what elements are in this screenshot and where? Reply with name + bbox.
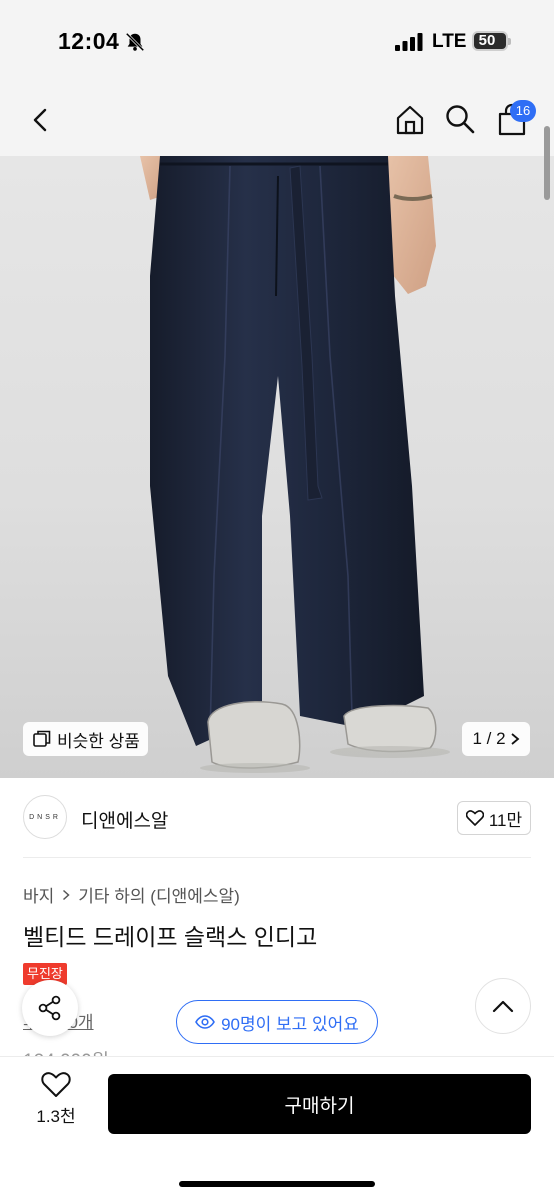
battery-tip <box>508 38 511 45</box>
viewers-text: 90명이 보고 있어요 <box>221 1014 359 1034</box>
breadcrumb: 바지 기타 하의 (디앤에스알) <box>23 882 240 907</box>
viewers-indicator: 90명이 보고 있어요 <box>176 1000 378 1044</box>
eye-icon <box>195 1015 216 1029</box>
similar-products-label: 비슷한 상품 <box>57 731 140 751</box>
product-image[interactable] <box>0 156 554 778</box>
share-button[interactable] <box>22 980 78 1036</box>
bell-off-icon <box>125 32 145 52</box>
status-bar: 12:04 LTE 50 <box>0 0 554 84</box>
product-photo <box>140 156 450 773</box>
back-icon[interactable] <box>26 105 56 135</box>
seller-like-count: 11만 <box>488 810 523 830</box>
chevron-up-icon <box>492 1000 514 1013</box>
share-icon <box>38 995 61 1021</box>
seller-row: DNSR 디앤에스알 11만 <box>23 778 531 858</box>
heart-icon <box>465 810 484 826</box>
breadcrumb-item-subcategory[interactable]: 기타 하의 (디앤에스알) <box>78 882 240 907</box>
search-icon[interactable] <box>444 103 476 135</box>
nav-bar <box>0 84 554 156</box>
buy-button[interactable]: 구매하기 <box>108 1074 531 1134</box>
image-page-indicator[interactable]: 1 / 2 <box>462 722 530 756</box>
product-title: 벨티드 드레이프 슬랙스 인디고 <box>23 924 318 950</box>
breadcrumb-item-category[interactable]: 바지 <box>23 882 54 907</box>
seller-like-button[interactable]: 11만 <box>457 801 531 835</box>
page-indicator-text: 1 / 2 <box>472 729 506 748</box>
wishlist-count: 1.3천 <box>36 1107 76 1126</box>
seller-name[interactable]: 디앤에스알 <box>81 806 168 833</box>
chevron-right-icon <box>63 889 70 900</box>
cart-badge: 16 <box>510 100 536 122</box>
battery-icon: 50 <box>472 31 508 51</box>
chevron-right-icon <box>510 733 519 745</box>
home-indicator[interactable] <box>179 1181 375 1187</box>
heart-icon <box>41 1072 71 1097</box>
scrollbar[interactable] <box>544 126 550 200</box>
wishlist-button[interactable]: 1.3천 <box>22 1072 90 1134</box>
battery-level: 50 <box>478 32 496 49</box>
similar-products-button[interactable]: 비슷한 상품 <box>23 722 148 756</box>
scroll-to-top-button[interactable] <box>475 978 531 1034</box>
seller-logo[interactable]: DNSR <box>23 795 67 839</box>
status-time: 12:04 <box>58 28 120 54</box>
home-icon[interactable] <box>393 103 427 137</box>
signal-icon <box>395 33 423 51</box>
network-label: LTE <box>432 31 467 52</box>
similar-icon <box>33 730 51 747</box>
